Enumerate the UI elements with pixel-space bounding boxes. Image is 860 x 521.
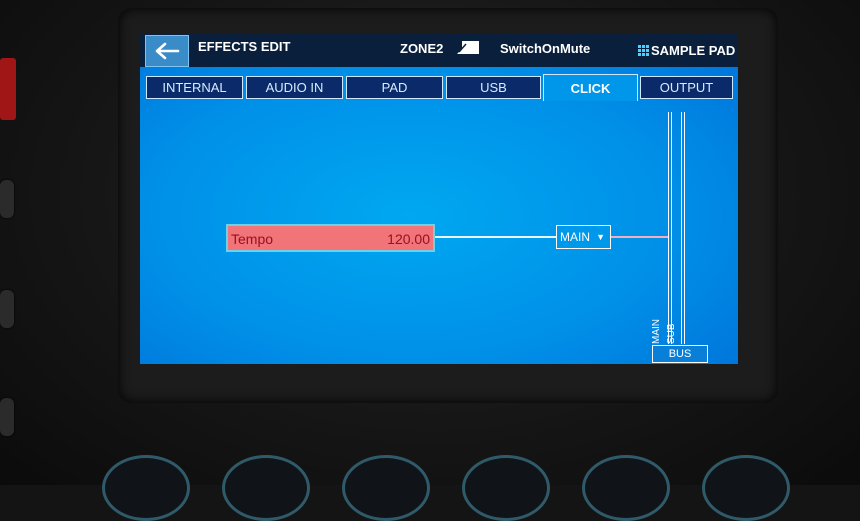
side-hardware-button[interactable] (0, 290, 14, 328)
encoder-knob[interactable] (582, 455, 670, 521)
pad-grid-icon (638, 45, 649, 56)
kit-name: SwitchOnMute (500, 41, 591, 56)
red-hardware-button[interactable] (0, 58, 16, 120)
dropdown-caret-icon: ▼ (596, 232, 605, 242)
tab-pad[interactable]: PAD (346, 76, 443, 99)
bus-sub-label: SUB (666, 323, 677, 344)
zone-switch-icon[interactable] (456, 40, 480, 55)
tab-click[interactable]: CLICK (543, 74, 638, 101)
side-hardware-button[interactable] (0, 180, 14, 218)
signal-line (435, 236, 556, 238)
signal-line-to-bus (611, 236, 668, 238)
tempo-parameter[interactable]: Tempo 120.00 (226, 224, 435, 252)
bus-main-line (668, 112, 672, 344)
tab-internal[interactable]: INTERNAL (146, 76, 243, 99)
output-select-value: MAIN (560, 230, 590, 244)
effects-tabs: INTERNAL AUDIO IN PAD USB CLICK OUTPUT (146, 74, 736, 101)
tab-audio-in[interactable]: AUDIO IN (246, 76, 343, 99)
side-hardware-button[interactable] (0, 398, 14, 436)
encoder-knob[interactable] (462, 455, 550, 521)
encoder-knob[interactable] (342, 455, 430, 521)
pad-mode-label: SAMPLE PAD (651, 43, 736, 58)
bus-button[interactable]: BUS (652, 345, 708, 363)
tab-output[interactable]: OUTPUT (640, 76, 733, 99)
back-arrow-icon (155, 42, 180, 60)
encoder-knob[interactable] (222, 455, 310, 521)
back-button[interactable] (145, 35, 189, 67)
page-title: EFFECTS EDIT (198, 39, 291, 54)
output-select[interactable]: MAIN ▼ (556, 225, 611, 249)
sample-pad-indicator[interactable]: SAMPLE PAD (638, 43, 735, 58)
bus-main-label: MAIN (651, 319, 662, 344)
encoder-knob[interactable] (702, 455, 790, 521)
zone-label: ZONE2 (400, 41, 444, 56)
tempo-value: 120.00 (387, 231, 430, 247)
header-bar: EFFECTS EDIT ZONE2 SwitchOnMute SAMPLE P… (140, 33, 738, 67)
tab-usb[interactable]: USB (446, 76, 541, 99)
lcd-screen: EFFECTS EDIT ZONE2 SwitchOnMute SAMPLE P… (140, 33, 738, 364)
tempo-label: Tempo (231, 231, 274, 247)
bus-sub-line (681, 112, 685, 344)
encoder-knob[interactable] (102, 455, 190, 521)
